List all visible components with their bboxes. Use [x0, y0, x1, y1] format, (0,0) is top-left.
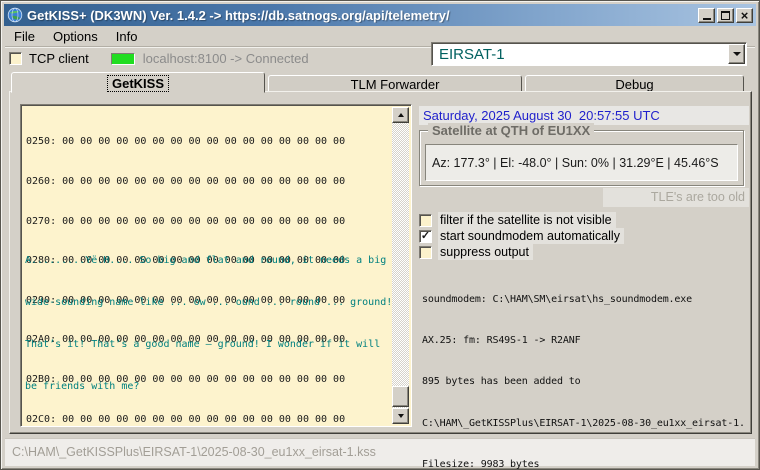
log-line: soundmodem: C:\HAM\SM\eirsat\hs_soundmod…	[422, 293, 693, 305]
chevron-down-icon	[732, 52, 741, 56]
hex-line: 0260: 00 00 00 00 00 00 00 00 00 00 00 0…	[26, 176, 346, 188]
tcp-client-row: TCP client localhost:8100 -> Connected	[9, 51, 309, 66]
arrow-down-icon	[397, 414, 404, 418]
tab-tlm-forwarder[interactable]: TLM Forwarder	[268, 75, 522, 92]
suppress-output-checkbox-row: suppress output	[419, 244, 533, 260]
tab-debug[interactable]: Debug	[525, 75, 744, 92]
filter-visibility-checkbox-row: filter if the satellite is not visible	[419, 212, 616, 228]
tab-debug-label: Debug	[615, 77, 654, 92]
log-line: 895 bytes has been added to	[422, 376, 581, 388]
decoded-line: A.........Yë.H.... So big and flat and r…	[25, 255, 387, 266]
satellite-position-info: Az: 177.3° | El: -48.0° | Sun: 0% | 31.2…	[425, 144, 738, 181]
decoded-line: That’s it! That’s a good name — ground! …	[25, 339, 381, 350]
tab-getkiss-label: GetKISS	[106, 75, 169, 92]
satellite-groupbox: Satellite at QTH of EU1XX Az: 177.3° | E…	[419, 123, 744, 186]
close-button[interactable]: ×	[736, 7, 753, 23]
connection-status: localhost:8100 -> Connected	[142, 51, 309, 66]
arrow-up-icon	[397, 113, 404, 117]
title-bar: GetKISS+ (DK3WN) Ver. 1.4.2 -> https://d…	[4, 4, 756, 26]
tcp-client-checkbox[interactable]	[9, 52, 22, 65]
suppress-output-label[interactable]: suppress output	[438, 244, 533, 260]
scroll-down-button[interactable]	[392, 408, 409, 424]
window-title: GetKISS+ (DK3WN) Ver. 1.4.2 -> https://d…	[27, 7, 450, 23]
tle-warning: TLE's are too old	[603, 188, 749, 207]
autostart-soundmodem-label[interactable]: start soundmodem automatically	[438, 228, 624, 244]
satellite-groupbox-title: Satellite at QTH of EU1XX	[428, 123, 595, 138]
autostart-soundmodem-checkbox-row: start soundmodem automatically	[419, 228, 624, 244]
decoded-message: A.........Yë.H.... So big and flat and r…	[25, 226, 392, 422]
tab-page-getkiss: 0250: 00 00 00 00 00 00 00 00 00 00 00 0…	[9, 91, 752, 469]
menu-item-info[interactable]: Info	[107, 27, 147, 46]
hex-line: 0250: 00 00 00 00 00 00 00 00 00 00 00 0…	[26, 136, 346, 148]
satellite-select-value: EIRSAT-1	[439, 45, 505, 63]
vertical-scrollbar[interactable]	[392, 107, 409, 424]
log-line: C:\HAM\_GetKISSPlus\EIRSAT-1\2025-08-30_…	[422, 417, 745, 429]
tab-tlm-forwarder-label: TLM Forwarder	[350, 77, 440, 92]
session-log: soundmodem: C:\HAM\SM\eirsat\hs_soundmod…	[422, 265, 745, 470]
globe-app-icon	[7, 7, 23, 23]
connection-led-icon	[110, 52, 135, 65]
filter-visibility-checkbox[interactable]	[419, 213, 432, 227]
tcp-client-label: TCP client	[29, 51, 89, 66]
scrollbar-thumb[interactable]	[392, 386, 409, 407]
satellite-select[interactable]: EIRSAT-1	[431, 42, 747, 66]
decoded-line: be friends with me?	[25, 381, 140, 392]
minimize-icon	[702, 17, 711, 20]
decoded-line: wide-sounding name like ... ow ... ound …	[25, 297, 393, 308]
filter-visibility-label[interactable]: filter if the satellite is not visible	[438, 212, 616, 228]
menu-item-file[interactable]: File	[5, 27, 44, 46]
scroll-up-button[interactable]	[392, 107, 409, 123]
app-window: GetKISS+ (DK3WN) Ver. 1.4.2 -> https://d…	[0, 0, 760, 470]
tab-getkiss[interactable]: GetKISS	[11, 72, 265, 93]
minimize-button[interactable]	[698, 7, 715, 23]
menu-item-options[interactable]: Options	[44, 27, 107, 46]
satellite-select-dropdown-button[interactable]	[728, 44, 745, 64]
maximize-icon	[721, 10, 730, 20]
maximize-button[interactable]	[717, 7, 734, 23]
close-icon: ×	[740, 7, 749, 23]
autostart-soundmodem-checkbox[interactable]	[419, 229, 432, 243]
menu-bar: File Options Info	[5, 27, 146, 46]
log-line: Filesize: 9983 bytes	[422, 459, 540, 470]
kiss-output-textarea[interactable]: 0250: 00 00 00 00 00 00 00 00 00 00 00 0…	[20, 104, 412, 427]
status-file-path: C:\HAM\_GetKISSPlus\EIRSAT-1\2025-08-30_…	[12, 445, 376, 459]
log-line: AX.25: fm: RS49S-1 -> R2ANF	[422, 334, 581, 346]
suppress-output-checkbox[interactable]	[419, 245, 432, 259]
